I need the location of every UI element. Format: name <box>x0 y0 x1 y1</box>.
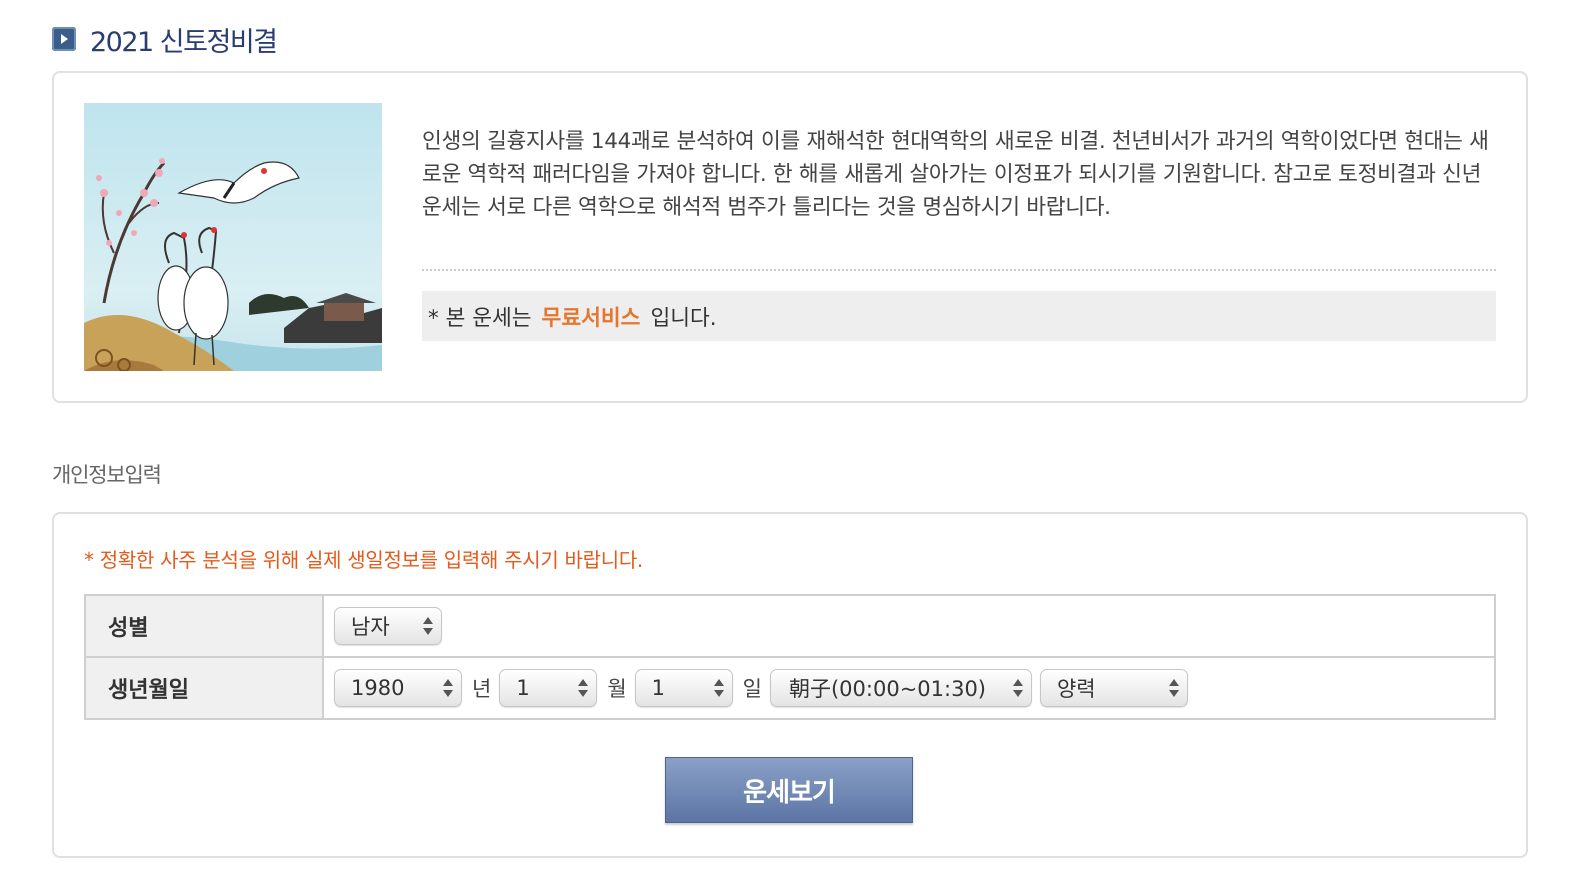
select-arrows-icon <box>443 677 453 699</box>
intro-illustration <box>84 103 382 371</box>
day-unit: 일 <box>742 677 762 701</box>
notice-highlight: 무료서비스 <box>541 305 641 331</box>
birth-time-select[interactable]: 朝子(00:00~01:30) <box>769 669 1032 707</box>
intro-description: 인생의 길흉지사를 144괘로 분석하여 이를 재해석한 현대역학의 새로운 비… <box>422 129 1489 220</box>
day-select[interactable]: 1 <box>634 669 733 707</box>
birthdate-row: 생년월일 1980 년 1 월 1 일 朝子(00:00~01:30) 양력 <box>84 656 1496 720</box>
birthdate-cell: 1980 년 1 월 1 일 朝子(00:00~01:30) 양력 <box>322 656 1496 720</box>
free-service-notice: * 본 운세는 무료서비스 입니다. <box>422 291 1496 341</box>
form-section-title: 개인정보입력 <box>52 463 162 487</box>
day-select-value: 1 <box>651 676 666 700</box>
calendar-type-select[interactable]: 양력 <box>1039 669 1188 707</box>
select-arrows-icon <box>578 677 589 699</box>
section-header: 2021 신토정비결 <box>52 22 278 58</box>
personal-info-card: * 정확한 사주 분석을 위해 실제 생일정보를 입력해 주시기 바랍니다. 성… <box>52 512 1528 858</box>
dotted-divider <box>422 269 1496 271</box>
select-arrows-icon <box>713 677 724 699</box>
year-select-value: 1980 <box>351 676 405 700</box>
gender-select[interactable]: 남자 <box>334 607 442 645</box>
birth-time-select-value: 朝子(00:00~01:30) <box>788 677 987 701</box>
form-warning: * 정확한 사주 분석을 위해 실제 생일정보를 입력해 주시기 바랍니다. <box>84 548 643 572</box>
select-arrows-icon <box>1168 677 1179 699</box>
gender-row: 성별 남자 <box>84 594 1496 658</box>
birthdate-label: 생년월일 <box>84 656 324 720</box>
calendar-type-select-value: 양력 <box>1056 677 1096 701</box>
play-square-icon <box>52 27 76 51</box>
year-unit: 년 <box>472 677 492 701</box>
month-select[interactable]: 1 <box>499 669 598 707</box>
notice-prefix: * 본 운세는 <box>428 305 532 331</box>
gender-cell: 남자 <box>322 594 1496 658</box>
select-arrows-icon <box>1012 677 1023 699</box>
select-arrows-icon <box>423 615 433 637</box>
personal-info-table: 성별 남자 생년월일 1980 년 1 월 1 일 朝子(00:00~01:30… <box>84 594 1496 720</box>
notice-suffix: 입니다. <box>650 305 717 331</box>
month-unit: 월 <box>607 677 627 701</box>
page-title: 2021 신토정비결 <box>90 26 278 58</box>
view-fortune-button[interactable]: 운세보기 <box>665 757 913 823</box>
month-select-value: 1 <box>516 676 530 700</box>
gender-select-value: 남자 <box>351 615 390 639</box>
year-select[interactable]: 1980 <box>334 669 462 707</box>
intro-card: 인생의 길흉지사를 144괘로 분석하여 이를 재해석한 현대역학의 새로운 비… <box>52 71 1528 403</box>
gender-label: 성별 <box>84 594 324 658</box>
